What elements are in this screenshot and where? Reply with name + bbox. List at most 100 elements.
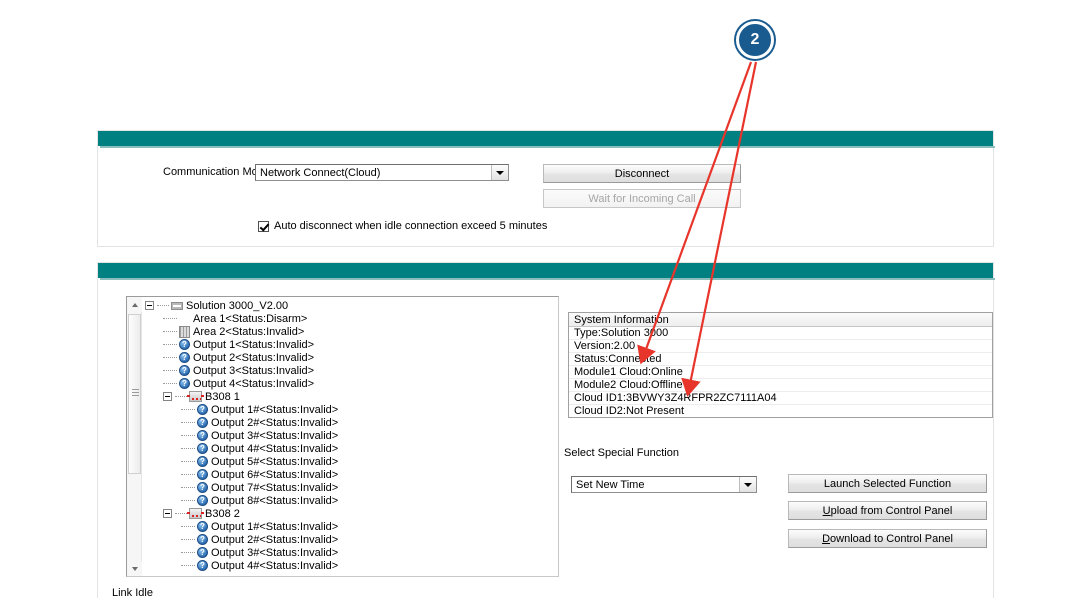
tree-item[interactable]: ? Output 3#<Status:Invalid>	[143, 546, 558, 559]
system-information-row: Version:2.00	[569, 340, 992, 353]
tree-connector	[181, 499, 195, 502]
device-tree[interactable]: Solution 3000_V2.00 Area 1<Status:Disarm>…	[126, 296, 559, 577]
special-function-select[interactable]: Set New Time	[571, 476, 757, 493]
download-to-control-panel-button[interactable]: Download to Control Panel	[788, 529, 987, 548]
tree-connector	[181, 551, 195, 554]
device-tree-scrollbar[interactable]	[127, 297, 142, 576]
scrollbar-grip-icon	[132, 389, 139, 396]
tree-connector	[181, 525, 195, 528]
tree-item[interactable]: ? Output 2#<Status:Invalid>	[143, 416, 558, 429]
tree-item-label: Output 4#<Status:Invalid>	[211, 559, 339, 572]
system-information-row: Module2 Cloud:Offline	[569, 379, 992, 392]
tree-connector	[181, 564, 195, 567]
tree-connector	[181, 408, 195, 411]
chevron-down-icon[interactable]	[491, 165, 508, 180]
scroll-up-icon[interactable]	[127, 297, 142, 312]
tree-connector	[181, 434, 195, 437]
scroll-down-icon[interactable]	[127, 561, 142, 576]
system-information-row: Status:Connected	[569, 353, 992, 366]
upload-from-control-panel-button[interactable]: Upload from Control Panel	[788, 501, 987, 520]
tree-item-label: Output 3#<Status:Invalid>	[211, 546, 339, 559]
upload-button-accel: U	[822, 504, 831, 517]
tree-item[interactable]: ? Output 7#<Status:Invalid>	[143, 481, 558, 494]
scrollbar-thumb[interactable]	[128, 314, 141, 474]
tree-item[interactable]: ? Output 1#<Status:Invalid>	[143, 403, 558, 416]
tree-item-label: Output 6#<Status:Invalid>	[211, 468, 339, 481]
tree-item[interactable]: ? Output 4#<Status:Invalid>	[143, 442, 558, 455]
output-blue-icon: ?	[197, 404, 208, 415]
control-panel-header-bar	[98, 263, 993, 278]
tree-item[interactable]: Area 2<Status:Invalid>	[143, 325, 558, 338]
root-panel-icon	[171, 301, 183, 310]
tree-item[interactable]: ? Output 1<Status:Invalid>	[143, 338, 558, 351]
tree-item-label: Output 1#<Status:Invalid>	[211, 520, 339, 533]
tree-item[interactable]: ? Output 3#<Status:Invalid>	[143, 429, 558, 442]
tree-item[interactable]: ? Output 8#<Status:Invalid>	[143, 494, 558, 507]
tree-item[interactable]: ? Output 4<Status:Invalid>	[143, 377, 558, 390]
auto-disconnect-checkbox-row[interactable]: Auto disconnect when idle connection exc…	[258, 220, 547, 232]
tree-item[interactable]: Area 1<Status:Disarm>	[143, 312, 558, 325]
b308-module-icon	[187, 508, 204, 519]
tree-item-label: Output 8#<Status:Invalid>	[211, 494, 339, 507]
tree-expander-minus-icon[interactable]	[163, 509, 172, 518]
output-blue-icon: ?	[197, 469, 208, 480]
tree-connector	[181, 421, 195, 424]
callout-badge-2: 2	[736, 21, 774, 59]
disconnect-button[interactable]: Disconnect	[543, 164, 741, 183]
tree-expander-minus-icon[interactable]	[163, 392, 172, 401]
upload-button-text: pload from Control Panel	[830, 504, 953, 517]
output-blue-icon: ?	[197, 443, 208, 454]
tree-connector	[175, 395, 187, 398]
output-blue-icon: ?	[197, 521, 208, 532]
tree-connector	[163, 317, 177, 320]
output-blue-icon: ?	[197, 534, 208, 545]
status-bar-text: Link Idle	[112, 587, 153, 599]
system-information-panel: System Information Type:Solution 3000 Ver…	[568, 312, 993, 418]
system-information-rows: Type:Solution 3000 Version:2.00 Status:Con…	[569, 327, 992, 417]
output-blue-icon: ?	[179, 339, 190, 350]
tree-item-label: Solution 3000_V2.00	[186, 299, 289, 312]
tree-item[interactable]: ? Output 3<Status:Invalid>	[143, 364, 558, 377]
tree-connector	[181, 473, 195, 476]
system-information-row: Cloud ID1:3BVWY3Z4RFPR2ZC7111A04	[569, 392, 992, 405]
tree-connector	[157, 304, 169, 307]
tree-connector	[181, 538, 195, 541]
tree-item-label: Output 1#<Status:Invalid>	[211, 403, 339, 416]
communication-model-select[interactable]: Network Connect(Cloud)	[255, 164, 509, 181]
output-blue-icon: ?	[197, 430, 208, 441]
tree-item-label: B308 1	[205, 390, 240, 403]
tree-item[interactable]: ? Output 1#<Status:Invalid>	[143, 520, 558, 533]
output-blue-icon: ?	[179, 365, 190, 376]
system-information-header: System Information	[569, 313, 992, 327]
tree-expander-minus-icon[interactable]	[145, 301, 154, 310]
tree-connector	[163, 382, 177, 385]
output-blue-icon: ?	[197, 482, 208, 493]
select-special-function-label: Select Special Function	[564, 447, 679, 459]
tree-item[interactable]: ? Output 2#<Status:Invalid>	[143, 533, 558, 546]
connection-panel-header-shadow	[100, 146, 995, 148]
system-information-row: Module1 Cloud:Online	[569, 366, 992, 379]
auto-disconnect-checkbox[interactable]	[258, 220, 269, 232]
tree-item[interactable]: ? Output 4#<Status:Invalid>	[143, 559, 558, 572]
system-information-row: Type:Solution 3000	[569, 327, 992, 340]
communication-model-value: Network Connect(Cloud)	[260, 166, 381, 179]
system-information-row: Cloud ID2:Not Present	[569, 405, 992, 417]
auto-disconnect-label: Auto disconnect when idle connection exc…	[274, 220, 548, 232]
tree-connector	[181, 460, 195, 463]
tree-item-label: Area 2<Status:Invalid>	[193, 325, 305, 338]
tree-item[interactable]: Solution 3000_V2.00	[143, 299, 558, 312]
tree-connector	[163, 343, 177, 346]
connection-panel-header-bar	[98, 131, 993, 146]
output-blue-icon: ?	[197, 547, 208, 558]
tree-item[interactable]: B308 1	[143, 390, 558, 403]
tree-item[interactable]: ? Output 2<Status:Invalid>	[143, 351, 558, 364]
device-tree-list: Solution 3000_V2.00 Area 1<Status:Disarm>…	[143, 299, 558, 576]
launch-selected-function-button[interactable]: Launch Selected Function	[788, 474, 987, 493]
green-bulb-icon	[179, 313, 190, 325]
tree-item-label: Output 5#<Status:Invalid>	[211, 455, 339, 468]
tree-item[interactable]: ? Output 6#<Status:Invalid>	[143, 468, 558, 481]
tree-item[interactable]: B308 2	[143, 507, 558, 520]
chevron-down-icon[interactable]	[739, 477, 756, 492]
tree-item[interactable]: ? Output 5#<Status:Invalid>	[143, 455, 558, 468]
tree-item-label: Output 3#<Status:Invalid>	[211, 429, 339, 442]
